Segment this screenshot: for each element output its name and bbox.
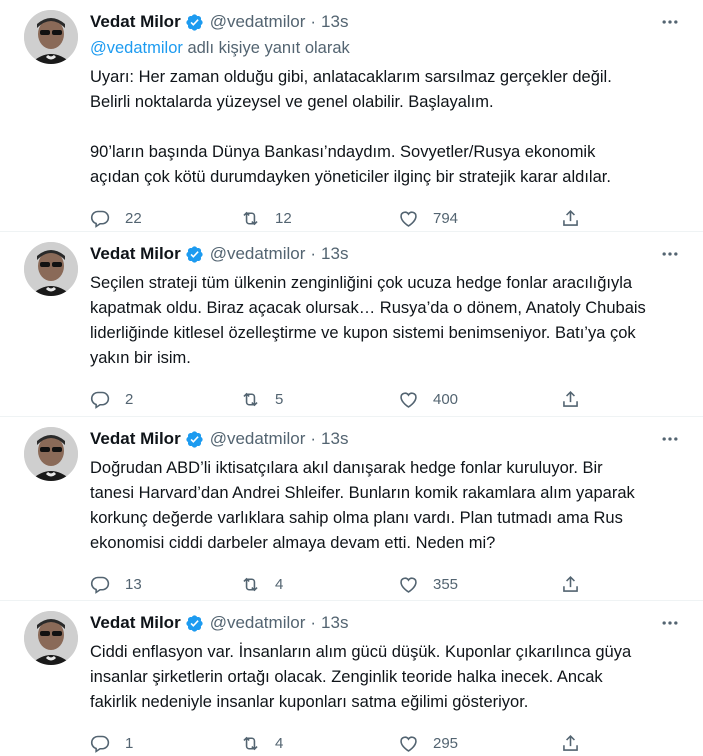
verified-badge-icon [185,13,204,32]
more-options-icon[interactable] [659,11,681,33]
reply-count: 22 [125,209,142,227]
reply-icon [90,210,110,228]
retweet-icon [243,736,258,750]
reply-icon [90,735,110,753]
tweet[interactable]: Vedat Milor @vedatmilor · 13s Seçilen st… [0,232,703,417]
timestamp[interactable]: 13s [321,243,348,265]
like-count: 295 [433,734,459,752]
like-button[interactable]: 400 [398,389,560,410]
tweet[interactable]: Vedat Milor @vedatmilor · 13s Ciddi enfl… [0,601,703,756]
heart-icon [400,391,417,408]
verified-badge-icon [185,614,204,633]
reply-count: 13 [125,575,142,593]
retweet-icon [243,211,258,225]
share-button[interactable] [560,389,590,410]
more-options-icon[interactable] [659,243,681,265]
reply-icon [90,576,110,594]
separator-dot: · [310,12,317,31]
retweet-count: 5 [275,390,284,408]
retweet-button[interactable]: 4 [240,733,398,754]
reply-count: 1 [125,734,134,752]
share-icon [563,390,578,407]
avatar[interactable] [24,427,78,481]
retweet-button[interactable]: 4 [240,574,398,595]
reply-button[interactable]: 1 [90,733,240,754]
tweet-header: Vedat Milor @vedatmilor · 13s [90,0,687,33]
share-icon [563,575,578,592]
like-button[interactable]: 355 [398,574,560,595]
author-name[interactable]: Vedat Milor [90,11,181,33]
retweet-count: 12 [275,209,292,227]
retweet-icon [243,392,258,406]
author-handle[interactable]: @vedatmilor [210,11,306,33]
author-name[interactable]: Vedat Milor [90,243,181,265]
share-button[interactable] [560,574,590,595]
avatar-portrait-icon [24,427,78,481]
avatar-portrait-icon [24,242,78,296]
avatar-portrait-icon [24,611,78,665]
reply-button[interactable]: 2 [90,389,240,410]
separator-dot: · [310,429,317,448]
tweet-text: Ciddi enflasyon var. İnsanların alım güc… [90,643,632,711]
like-button[interactable]: 295 [398,733,560,754]
tweet-text: Doğrudan ABD’li iktisatçılara akıl danış… [90,459,635,552]
reply-button[interactable]: 13 [90,574,240,595]
share-icon [563,209,578,226]
retweet-count: 4 [275,575,284,593]
verified-badge-icon [185,245,204,264]
author-name[interactable]: Vedat Milor [90,612,181,634]
tweet-thread: Vedat Milor @vedatmilor · 13s @vedatmilo… [0,0,703,756]
more-options-icon[interactable] [659,428,681,450]
timestamp[interactable]: 13s [321,428,348,450]
like-count: 794 [433,209,459,227]
heart-icon [400,210,417,227]
retweet-button[interactable]: 12 [240,208,398,229]
avatar[interactable] [24,242,78,296]
author-name[interactable]: Vedat Milor [90,428,181,450]
retweet-icon [243,577,258,591]
author-handle[interactable]: @vedatmilor [210,243,306,265]
reply-context: @vedatmilor adlı kişiye yanıt olarak [90,37,687,59]
tweet-text: Uyarı: Her zaman olduğu gibi, anlatacakl… [90,68,612,186]
avatar-portrait-icon [24,10,78,64]
tweet[interactable]: Vedat Milor @vedatmilor · 13s Doğrudan A… [0,417,703,601]
verified-badge-icon [185,430,204,449]
tweet-text: Seçilen strateji tüm ülkenin zenginliğin… [90,274,646,367]
reply-mention-link[interactable]: @vedatmilor [90,39,183,57]
reply-button[interactable]: 22 [90,208,240,229]
reply-icon [90,391,110,409]
tweet-actions: 1 4 295 [90,732,687,756]
heart-icon [400,576,417,593]
share-button[interactable] [560,208,590,229]
retweet-button[interactable]: 5 [240,389,398,410]
share-button[interactable] [560,733,590,754]
timestamp[interactable]: 13s [321,11,348,33]
tweet-header: Vedat Milor @vedatmilor · 13s [90,232,687,265]
share-icon [563,734,578,751]
author-handle[interactable]: @vedatmilor [210,612,306,634]
avatar[interactable] [24,611,78,665]
avatar[interactable] [24,10,78,64]
separator-dot: · [310,244,317,263]
retweet-count: 4 [275,734,284,752]
separator-dot: · [310,613,317,632]
heart-icon [400,735,417,752]
reply-count: 2 [125,390,134,408]
tweet-header: Vedat Milor @vedatmilor · 13s [90,601,687,634]
like-count: 400 [433,390,459,408]
like-button[interactable]: 794 [398,208,560,229]
author-handle[interactable]: @vedatmilor [210,428,306,450]
like-count: 355 [433,575,459,593]
tweet[interactable]: Vedat Milor @vedatmilor · 13s @vedatmilo… [0,0,703,232]
more-options-icon[interactable] [659,612,681,634]
timestamp[interactable]: 13s [321,612,348,634]
tweet-header: Vedat Milor @vedatmilor · 13s [90,417,687,450]
reply-context-text: adlı kişiye yanıt olarak [182,39,350,57]
